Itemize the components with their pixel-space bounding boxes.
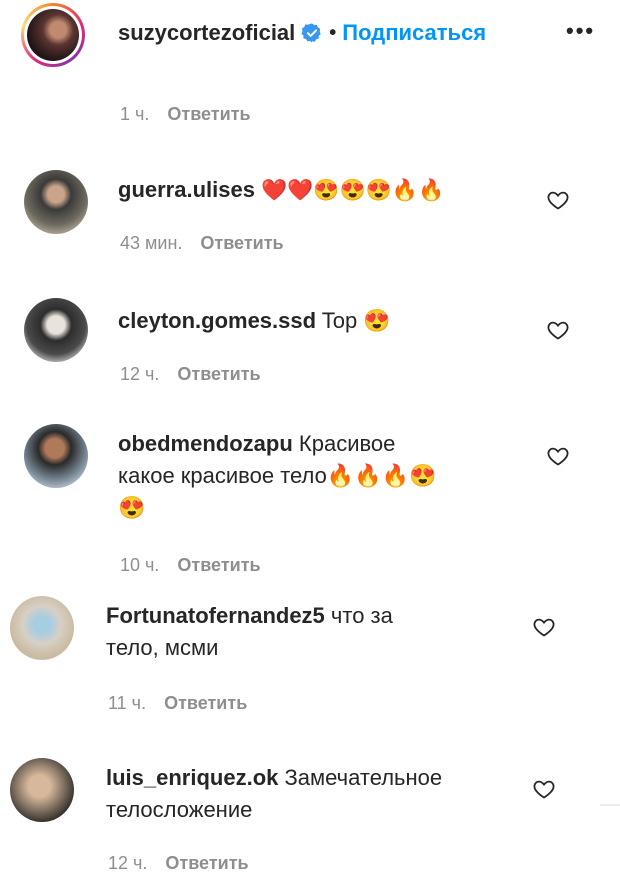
comment-meta: 11 ч. Ответить [108,693,247,714]
reply-button[interactable]: Ответить [177,364,260,384]
comment-text-line: телосложение [106,797,253,822]
comment-text-line: Замечательное [284,765,443,790]
avatar[interactable] [10,758,74,822]
comment-username[interactable]: Fortunatofernandez5 [106,603,325,628]
separator-dot: • [329,21,337,44]
avatar[interactable] [24,424,88,488]
reply-button[interactable]: Ответить [177,555,260,575]
reply-button[interactable]: Ответить [164,693,247,713]
author-avatar-image [27,9,79,61]
comment-meta: 1 ч. Ответить [120,104,251,125]
comment-username[interactable]: obedmendozapu [118,431,293,456]
avatar[interactable] [10,596,74,660]
like-heart-icon[interactable] [532,615,556,639]
post-header: suzycortezoficial • Подписаться ••• [0,0,620,70]
comment-text-line: 😍 [118,495,146,520]
reply-button[interactable]: Ответить [167,104,250,124]
comment-body: cleyton.gomes.ssd Top 😍 [118,305,391,337]
comment-text-line: Красивое [298,431,396,456]
like-heart-icon[interactable] [532,777,556,801]
comment-text: Top 😍 [321,308,391,333]
comment-time: 10 ч. [120,555,160,575]
verified-badge-icon [301,23,321,43]
comment-body: Fortunatofernandez5 что за тело, мсми [106,600,526,664]
comment-time: 12 ч. [108,853,148,873]
comment-body: obedmendozapu Красивое какое красивое те… [118,428,518,524]
author-avatar[interactable] [21,3,85,67]
comment-time: 12 ч. [120,364,160,384]
author-row: suzycortezoficial • Подписаться [118,20,486,46]
comment-time: 1 ч. [120,104,150,124]
comment-time: 43 мин. [120,233,183,253]
comment-body: luis_enriquez.ok Замечательное телосложе… [106,762,526,826]
like-heart-icon[interactable] [546,444,570,468]
comment-meta: 10 ч. Ответить [120,555,261,576]
reply-button[interactable]: Ответить [200,233,283,253]
comment-username[interactable]: luis_enriquez.ok [106,765,278,790]
like-heart-icon[interactable] [546,188,570,212]
author-username[interactable]: suzycortezoficial [118,20,295,46]
comment-text: ❤️❤️😍😍😍🔥🔥 [261,179,445,202]
comment-body: guerra.ulises ❤️❤️😍😍😍🔥🔥 [118,174,444,207]
like-heart-icon[interactable] [546,318,570,342]
follow-button[interactable]: Подписаться [342,20,486,46]
scroll-indicator [600,804,620,806]
avatar[interactable] [24,298,88,362]
comment-text-line: тело, мсми [106,635,219,660]
comment-meta: 12 ч. Ответить [108,853,249,874]
reply-button[interactable]: Ответить [165,853,248,873]
comment-text-line: какое красивое тело🔥🔥🔥😍 [118,463,437,488]
comment-username[interactable]: cleyton.gomes.ssd [118,308,316,333]
comment-time: 11 ч. [108,693,147,713]
avatar[interactable] [24,170,88,234]
comment-meta: 43 мин. Ответить [120,233,284,254]
comment-text-line: что за [330,603,393,628]
more-options-icon[interactable]: ••• [566,18,595,44]
comment-username[interactable]: guerra.ulises [118,177,255,202]
comment-meta: 12 ч. Ответить [120,364,261,385]
